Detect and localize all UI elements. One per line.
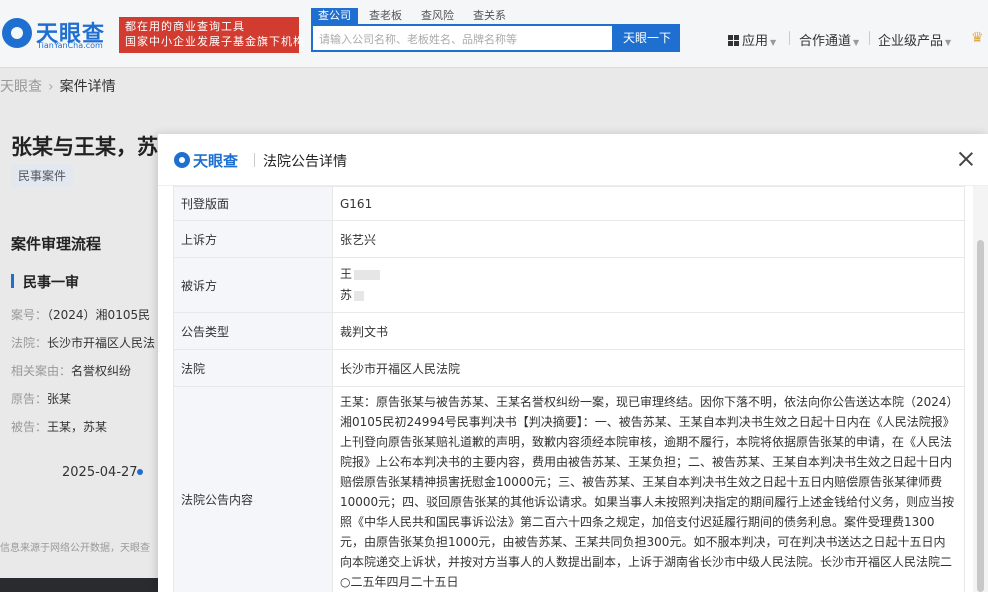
field-value: 名誉权纠纷 bbox=[71, 364, 132, 378]
case-field-defendant: 被告：王某，苏某 bbox=[11, 418, 107, 435]
redacted-blur bbox=[354, 290, 365, 301]
table-row: 上诉方 张艺兴 bbox=[173, 220, 965, 258]
top-header: 天眼查 TianYanCha.com 都在用的商业查询工具 国家中小企业发展子基… bbox=[0, 0, 988, 68]
case-field-number: 案号：（2024）湘0105民 bbox=[11, 306, 150, 323]
slogan-line-1: 都在用的商业查询工具 bbox=[125, 20, 245, 33]
row-value: G161 bbox=[332, 186, 965, 221]
breadcrumb: 天眼查 › 案件详情 bbox=[0, 76, 116, 96]
breadcrumb-chevron-icon: › bbox=[48, 79, 54, 95]
row-label: 公告类型 bbox=[173, 312, 333, 350]
table-row: 刊登版面 G161 bbox=[173, 186, 965, 221]
logo-domain: TianYanCha.com bbox=[37, 41, 103, 50]
modal-header: 天眼查 法院公告详情 bbox=[158, 134, 988, 186]
table-row: 法院 长沙市开福区人民法院 bbox=[173, 349, 965, 387]
logo-eye-icon bbox=[174, 152, 190, 168]
field-value: 长沙市开福区人民法 bbox=[47, 336, 156, 350]
modal-divider bbox=[254, 153, 255, 167]
field-value: 王某，苏某 bbox=[47, 420, 108, 434]
row-label: 法院 bbox=[173, 349, 333, 387]
slogan-banner: 都在用的商业查询工具 国家中小企业发展子基金旗下机构 bbox=[119, 17, 305, 53]
field-value: （2024）湘0105民 bbox=[47, 308, 151, 322]
chevron-down-icon: ▼ bbox=[770, 38, 777, 47]
case-field-court: 法院：长沙市开福区人民法 bbox=[11, 334, 155, 351]
search-button[interactable]: 天眼一下 bbox=[614, 24, 680, 52]
timeline-dot bbox=[137, 469, 143, 475]
nav-divider bbox=[789, 31, 790, 45]
nav-partnership[interactable]: 合作通道 ▼ bbox=[799, 30, 859, 49]
respondent-name: 苏 bbox=[340, 288, 353, 302]
nav-apps[interactable]: 应用 ▼ bbox=[728, 30, 776, 49]
search-tab-company[interactable]: 查公司 bbox=[311, 8, 358, 24]
source-note: 信息来源于网络公开数据，天眼查 bbox=[0, 543, 150, 554]
nav-partnership-label: 合作通道 bbox=[799, 34, 852, 49]
field-label: 原告： bbox=[11, 392, 48, 406]
nav-enterprise[interactable]: 企业级产品 ▼ bbox=[878, 30, 951, 49]
slogan-line-2: 国家中小企业发展子基金旗下机构 bbox=[125, 35, 305, 48]
row-value: 张艺兴 bbox=[332, 220, 965, 258]
stage-title: 民事一审 bbox=[11, 272, 79, 292]
breadcrumb-home[interactable]: 天眼查 bbox=[0, 79, 42, 95]
table-row: 被诉方 王 苏 bbox=[173, 257, 965, 313]
row-value: 王 苏 bbox=[332, 257, 965, 313]
table-row: 公告类型 裁判文书 bbox=[173, 312, 965, 350]
apps-grid-icon bbox=[728, 35, 739, 46]
chevron-down-icon: ▼ bbox=[853, 38, 860, 47]
case-field-plaintiff: 原告：张某 bbox=[11, 390, 71, 407]
respondent-name: 王 bbox=[340, 267, 353, 281]
close-icon[interactable] bbox=[955, 148, 977, 170]
redacted-blur bbox=[354, 269, 381, 280]
search-tab-relation[interactable]: 查关系 bbox=[466, 8, 513, 24]
row-value: 裁判文书 bbox=[332, 312, 965, 350]
modal-scrollbar-thumb[interactable] bbox=[977, 240, 984, 592]
case-field-cause: 相关案由：名誉权纠纷 bbox=[11, 362, 131, 379]
vip-crown-icon[interactable]: ♛ bbox=[971, 30, 984, 46]
search-input[interactable]: 请输入公司名称、老板姓名、品牌名称等 bbox=[311, 24, 614, 52]
row-label: 被诉方 bbox=[173, 257, 333, 313]
table-row: 法院公告内容 王某：原告张某与被告苏某、王某名誉权纠纷一案，现已审理终结。因你下… bbox=[173, 386, 965, 592]
notice-content-text: 王某：原告张某与被告苏某、王某名誉权纠纷一案，现已审理终结。因你下落不明，依法向… bbox=[340, 395, 955, 589]
court-notice-modal: 天眼查 法院公告详情 刊登版面 G161 上诉方 张艺兴 被诉方 王 苏 公告类… bbox=[158, 134, 988, 592]
modal-title: 法院公告详情 bbox=[263, 154, 347, 170]
row-label: 上诉方 bbox=[173, 220, 333, 258]
logo-eye-icon bbox=[2, 18, 32, 48]
timeline-date: 2025-04-27 bbox=[62, 465, 138, 480]
field-label: 法院： bbox=[11, 336, 48, 350]
field-label: 相关案由： bbox=[11, 364, 72, 378]
nav-apps-label: 应用 bbox=[742, 34, 769, 49]
nav-divider bbox=[869, 31, 870, 45]
search-tab-boss[interactable]: 查老板 bbox=[362, 8, 409, 24]
case-title: 张某与王某，苏 bbox=[11, 135, 158, 159]
section-title: 案件审理流程 bbox=[11, 235, 102, 253]
modal-logo: 天眼查 bbox=[174, 150, 254, 170]
chevron-down-icon: ▼ bbox=[945, 38, 952, 47]
modal-logo-text: 天眼查 bbox=[193, 152, 239, 170]
row-label: 刊登版面 bbox=[173, 186, 333, 221]
search-tab-risk[interactable]: 查风险 bbox=[414, 8, 461, 24]
nav-enterprise-label: 企业级产品 bbox=[878, 34, 944, 49]
row-label: 法院公告内容 bbox=[173, 386, 333, 592]
field-label: 案号： bbox=[11, 308, 48, 322]
row-value: 长沙市开福区人民法院 bbox=[332, 349, 965, 387]
breadcrumb-current: 案件详情 bbox=[59, 79, 116, 95]
notice-detail-table: 刊登版面 G161 上诉方 张艺兴 被诉方 王 苏 公告类型 裁判文书 法院 长… bbox=[173, 186, 965, 592]
case-type-badge: 民事案件 bbox=[11, 164, 74, 187]
row-value: 王某：原告张某与被告苏某、王某名誉权纠纷一案，现已审理终结。因你下落不明，依法向… bbox=[332, 386, 965, 592]
field-value: 张某 bbox=[47, 392, 72, 406]
site-logo[interactable]: 天眼查 TianYanCha.com bbox=[0, 14, 115, 54]
field-label: 被告： bbox=[11, 420, 48, 434]
